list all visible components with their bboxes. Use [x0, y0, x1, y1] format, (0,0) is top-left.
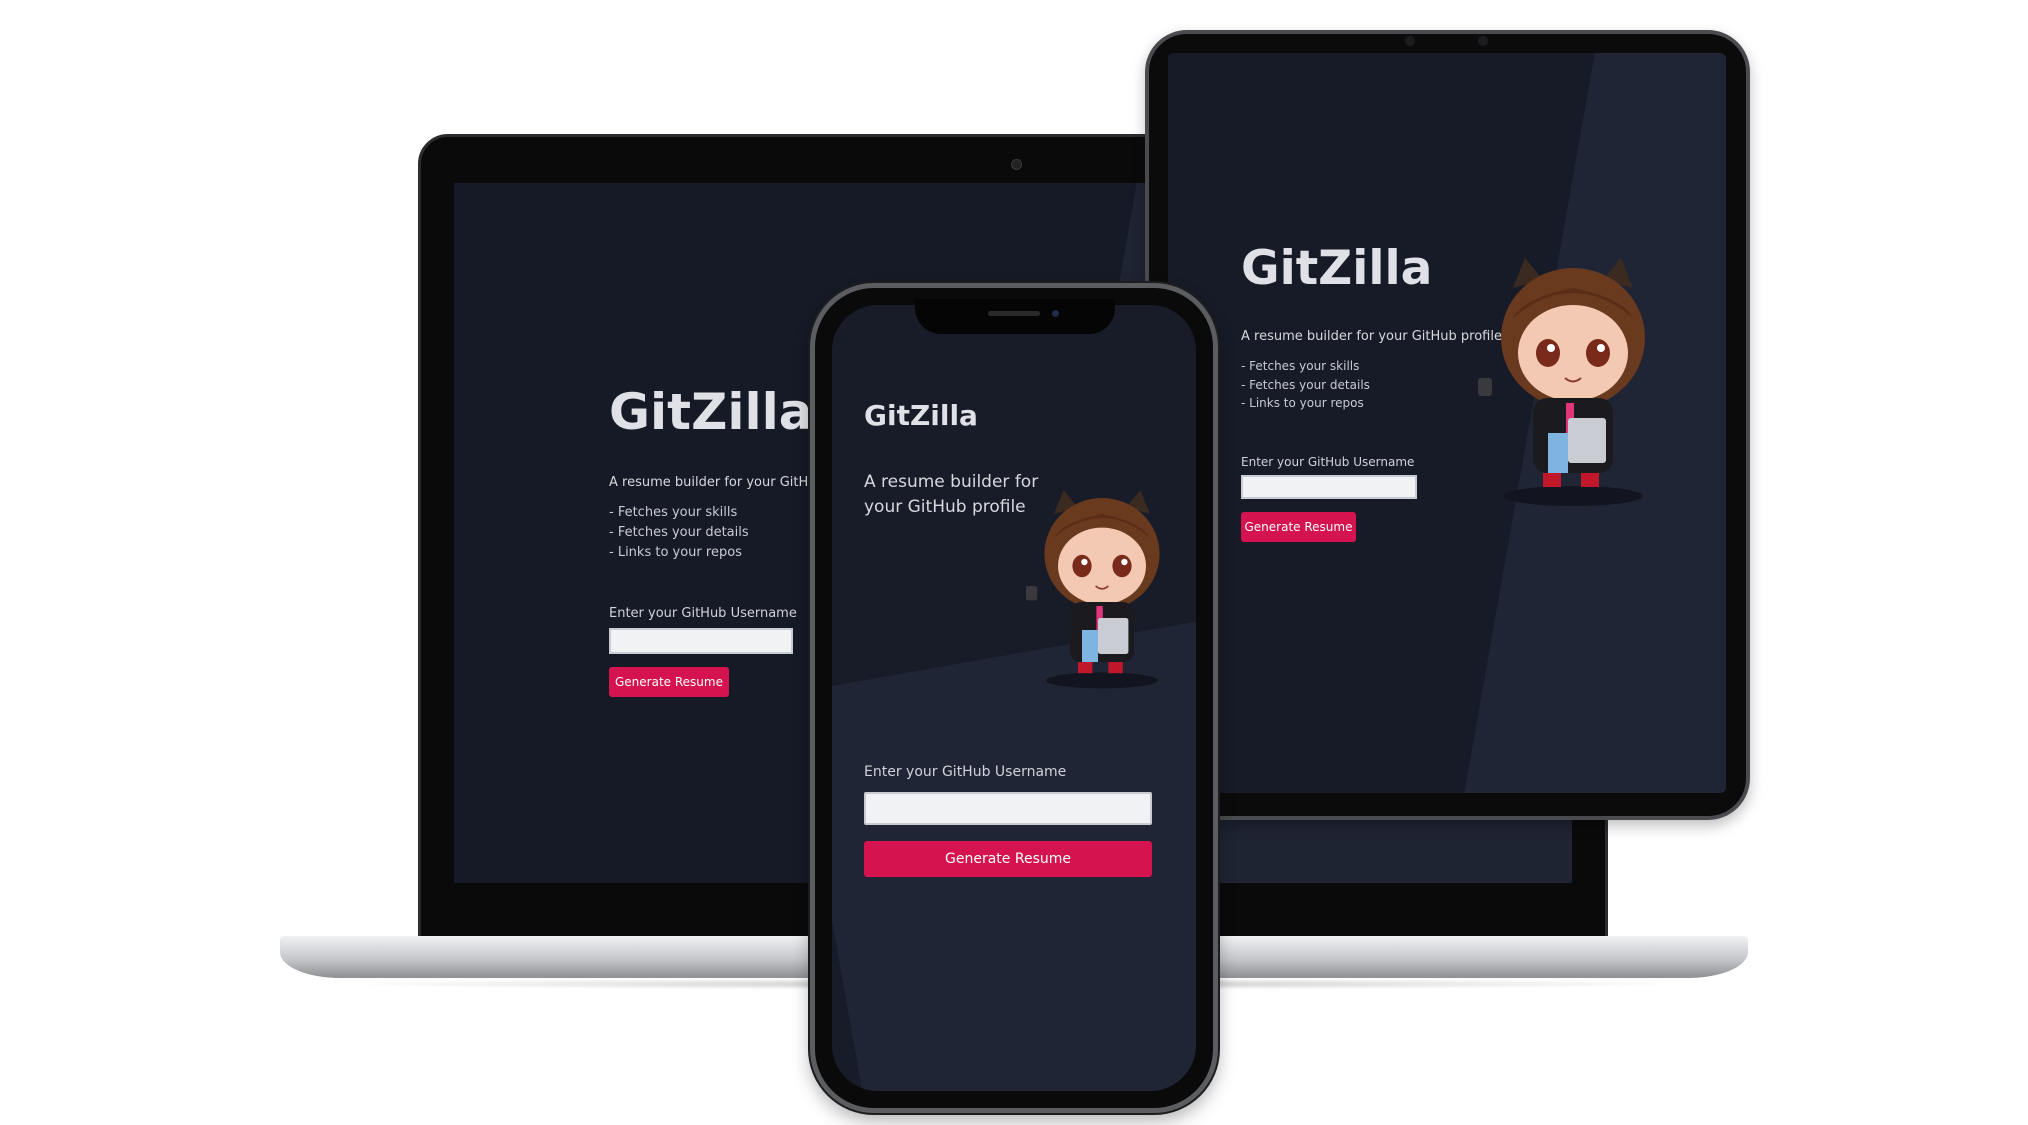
feature-item: - Fetches your details: [609, 525, 749, 541]
tablet-tagline: A resume builder for your GitHub profile…: [1241, 329, 1507, 344]
feature-item: - Fetches your details: [1241, 377, 1370, 392]
laptop-brand-title: GitZilla: [609, 383, 813, 441]
laptop-username-input[interactable]: [609, 628, 793, 654]
tablet-screen: GitZilla A resume builder for your GitHu…: [1168, 53, 1726, 793]
phone-notch: [915, 299, 1115, 334]
laptop-camera-icon: [1011, 159, 1022, 170]
tablet-camera-icon: [1405, 36, 1415, 46]
feature-item: - Links to your repos: [1241, 396, 1364, 411]
tablet-brand-title: GitZilla: [1241, 241, 1433, 296]
phone-speaker-icon: [988, 311, 1040, 316]
feature-item: - Fetches your skills: [1241, 359, 1360, 373]
phone-camera-icon: [1052, 310, 1059, 317]
laptop-username-label: Enter your GitHub Username: [609, 606, 797, 621]
laptop-feature-list: - Fetches your skills - Fetches your det…: [609, 503, 749, 563]
tablet-generate-resume-button[interactable]: Generate Resume: [1241, 512, 1356, 542]
tablet-feature-list: - Fetches your skills - Fetches your det…: [1241, 357, 1370, 413]
tablet-username-label: Enter your GitHub Username: [1241, 455, 1415, 469]
phone-username-input[interactable]: [864, 792, 1152, 825]
laptop-generate-resume-button[interactable]: Generate Resume: [609, 667, 729, 697]
octocat-mascot-icon: [1478, 258, 1645, 506]
octocat-mascot-icon: [1026, 490, 1160, 689]
laptop-tagline: A resume builder for your GitHub p: [609, 475, 838, 490]
phone-username-label: Enter your GitHub Username: [864, 764, 1067, 780]
phone-screen: GitZilla A resume builder for your GitHu…: [832, 305, 1196, 1091]
tablet-sensor-icon: [1478, 36, 1488, 46]
phone-brand-title: GitZilla: [864, 399, 978, 432]
tablet-username-input[interactable]: [1241, 475, 1417, 499]
phone-generate-resume-button[interactable]: Generate Resume: [864, 841, 1152, 877]
feature-item: - Links to your repos: [609, 545, 742, 561]
feature-item: - Fetches your skills: [609, 505, 738, 520]
